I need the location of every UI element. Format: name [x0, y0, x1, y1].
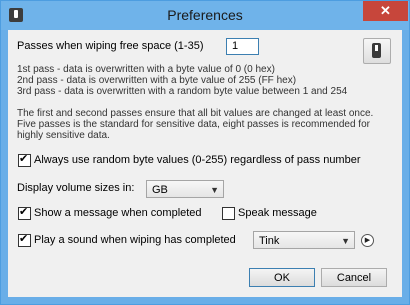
- pass-note-2: Five passes is the standard for sensitiv…: [17, 119, 370, 130]
- pass-desc-1: 1st pass - data is overwritten with a by…: [17, 64, 275, 75]
- chevron-down-icon: ▼: [210, 185, 219, 195]
- dialog-body: Passes when wiping free space (1-35) 1 1…: [8, 30, 402, 297]
- pass-desc-2: 2nd pass - data is overwritten with a by…: [17, 75, 297, 86]
- cancel-button[interactable]: Cancel: [321, 268, 387, 287]
- volume-sizes-select[interactable]: GB ▼: [146, 180, 224, 198]
- random-bytes-label[interactable]: Always use random byte values (0-255) re…: [34, 154, 361, 166]
- pass-note-3: highly sensitive data.: [17, 130, 110, 141]
- window-title: Preferences: [167, 7, 243, 23]
- pass-desc-3: 3rd pass - data is overwritten with a ra…: [17, 86, 348, 97]
- passes-label: Passes when wiping free space (1-35): [17, 40, 204, 52]
- chevron-down-icon: ▼: [341, 236, 350, 246]
- play-sound-label[interactable]: Play a sound when wiping has completed: [34, 234, 236, 246]
- toggle-switch-icon: [372, 43, 381, 58]
- title-bar[interactable]: Preferences ✕: [1, 1, 409, 30]
- passes-input[interactable]: 1: [226, 38, 259, 55]
- ok-button[interactable]: OK: [249, 268, 315, 287]
- speak-message-label[interactable]: Speak message: [238, 207, 317, 219]
- play-icon[interactable]: ▶: [361, 234, 374, 247]
- speak-message-checkbox[interactable]: [222, 207, 235, 220]
- sound-select[interactable]: Tink ▼: [253, 231, 355, 249]
- random-bytes-checkbox[interactable]: [18, 152, 31, 167]
- show-message-checkbox[interactable]: [18, 205, 31, 220]
- volume-sizes-value: GB: [152, 184, 168, 196]
- preferences-window: Preferences ✕ Passes when wiping free sp…: [0, 0, 410, 305]
- play-sound-checkbox[interactable]: [18, 232, 31, 247]
- volume-sizes-label: Display volume sizes in:: [17, 182, 135, 194]
- close-button[interactable]: ✕: [363, 1, 408, 21]
- pass-note-1: The first and second passes ensure that …: [17, 108, 374, 119]
- toggle-button[interactable]: [363, 38, 391, 64]
- show-message-label[interactable]: Show a message when completed: [34, 207, 202, 219]
- sound-value: Tink: [259, 235, 280, 247]
